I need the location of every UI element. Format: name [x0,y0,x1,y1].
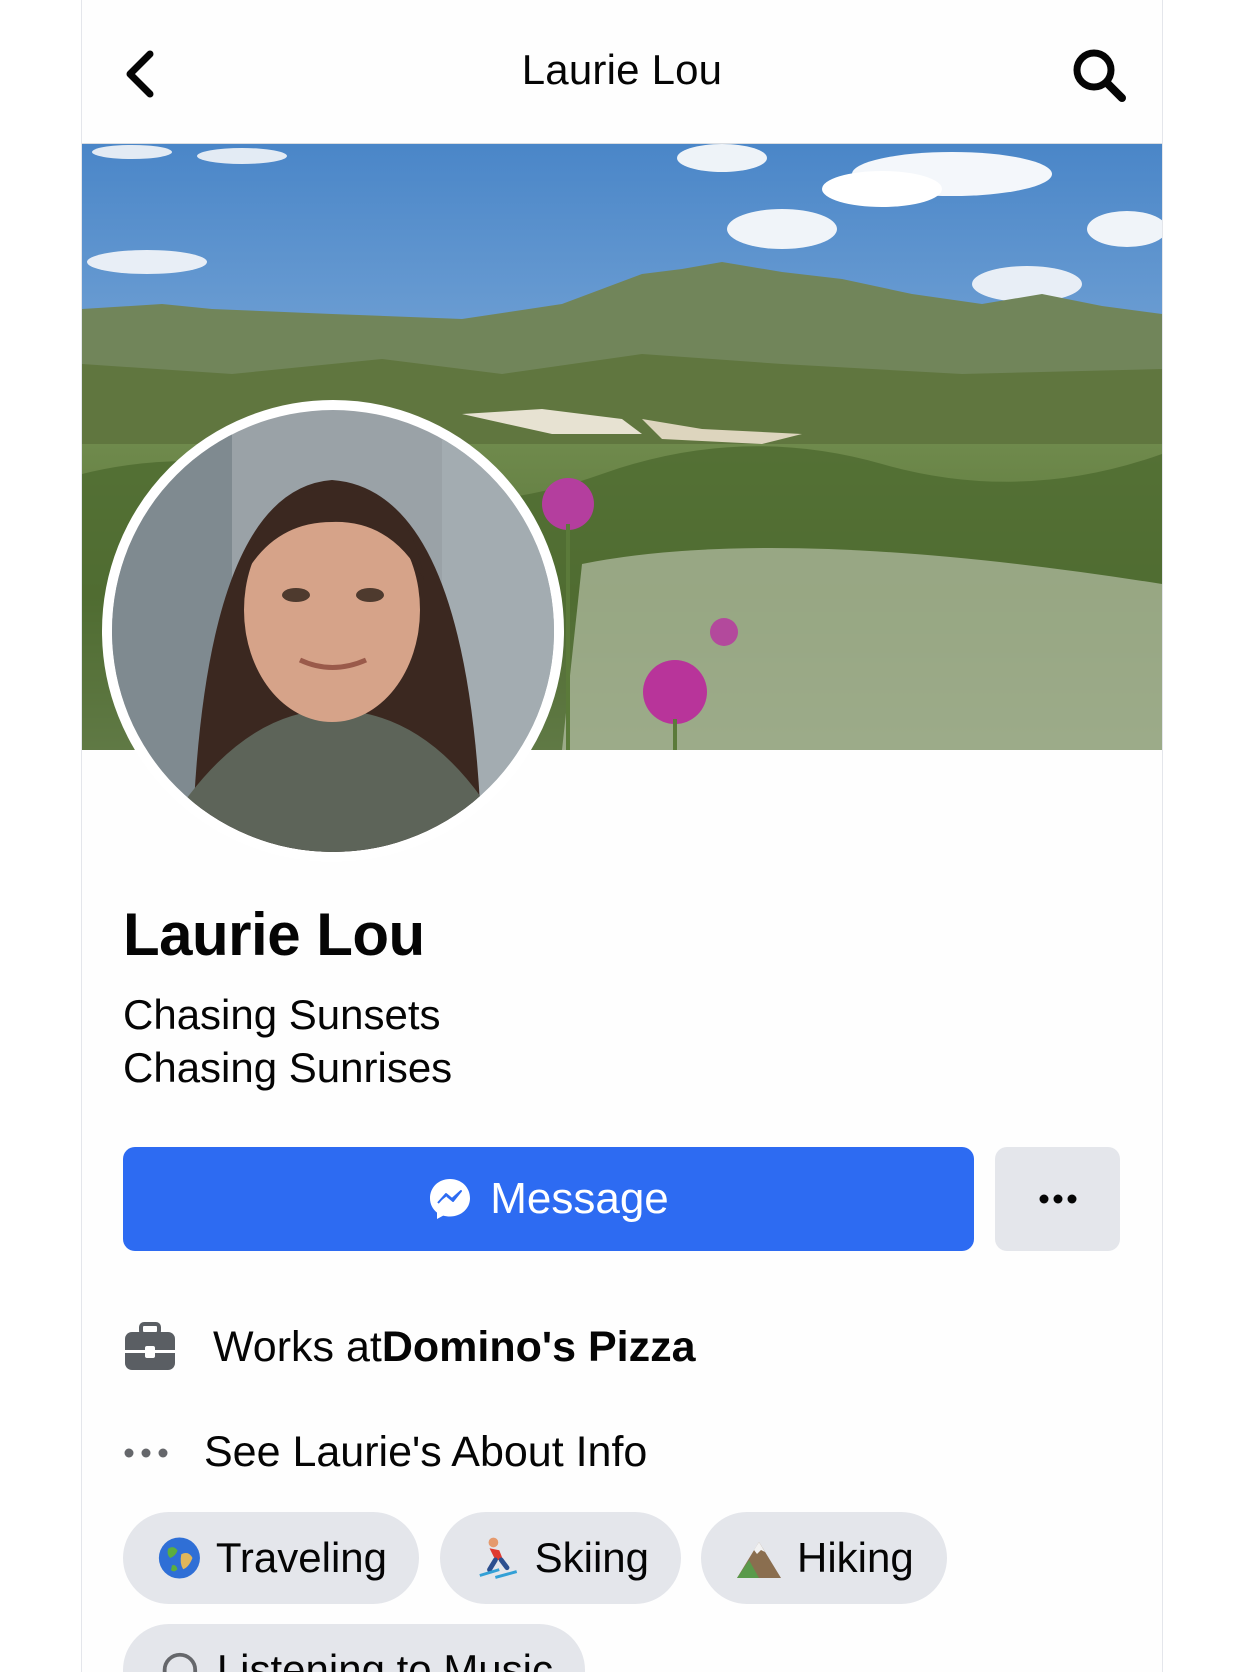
skier-icon [479,1537,518,1579]
interest-chip-music[interactable]: Listening to Music [123,1624,585,1672]
profile-picture[interactable] [102,400,564,862]
bio-line: Chasing Sunrises [123,1044,453,1091]
interest-chip-hiking[interactable]: Hiking [701,1512,947,1604]
work-prefix: Works at [213,1322,382,1371]
interest-label: Skiing [534,1534,649,1581]
message-button-label: Message [490,1174,669,1223]
briefcase-icon [125,1322,175,1370]
more-options-button[interactable] [995,1147,1120,1251]
more-horizontal-icon [1039,1194,1076,1204]
page-title: Laurie Lou [521,46,723,93]
more-horizontal-icon [124,1448,168,1457]
interest-label: Traveling [215,1534,387,1581]
mountain-icon [737,1542,781,1578]
profile-name: Laurie Lou [123,901,425,968]
headphones-icon [162,1652,198,1672]
workplace-link[interactable]: Domino's Pizza [382,1323,696,1372]
search-icon[interactable] [1070,46,1128,104]
work-info-row: Works at Domino's Pizza [123,1322,696,1372]
message-button[interactable]: Message [123,1147,974,1251]
avatar [112,410,554,852]
about-info-label: See Laurie's About Info [204,1428,648,1476]
globe-icon [158,1537,200,1579]
interest-label: Listening to Music [216,1646,553,1672]
bio-line: Chasing Sunsets [123,991,441,1038]
messenger-icon [430,1179,471,1219]
top-navigation-bar: Laurie Lou [82,0,1162,144]
profile-bio: Chasing Sunsets Chasing Sunrises [123,988,452,1094]
interest-label: Hiking [797,1534,914,1581]
interest-chip-skiing[interactable]: Skiing [440,1512,681,1604]
about-info-link[interactable]: See Laurie's About Info [123,1428,647,1477]
interest-chip-traveling[interactable]: Traveling [123,1512,419,1604]
profile-screen: Laurie Lou Laurie Lou Chasing Sunsets Ch… [81,0,1163,1672]
